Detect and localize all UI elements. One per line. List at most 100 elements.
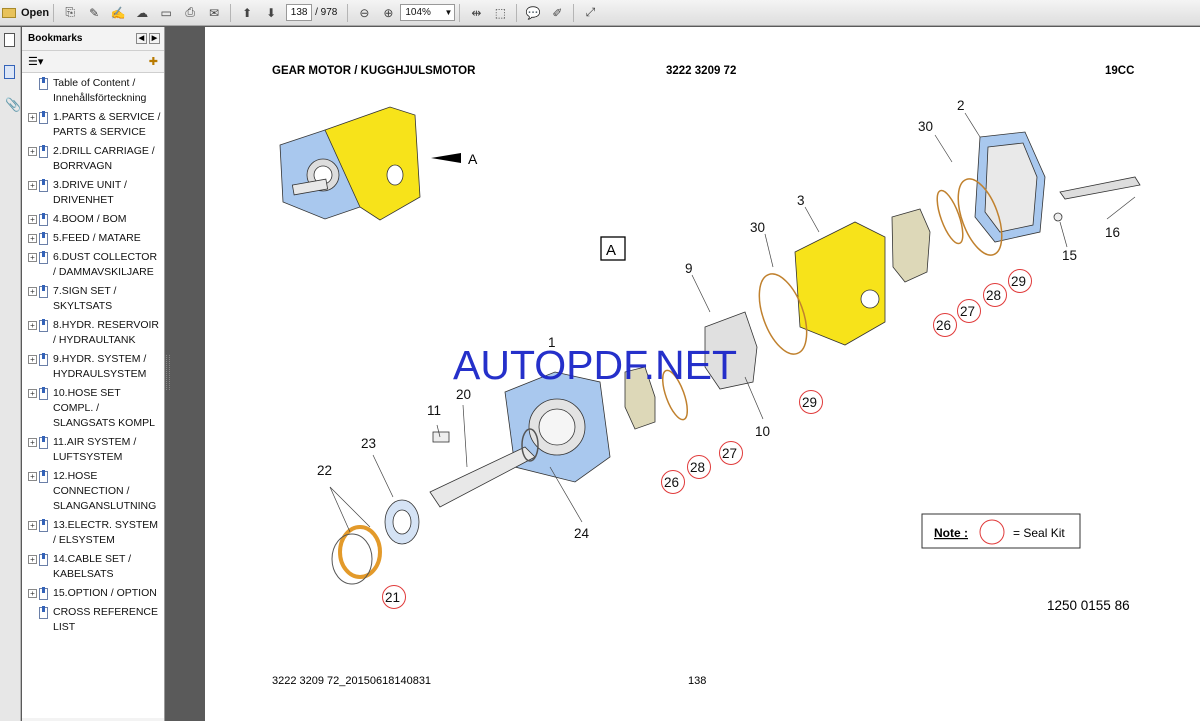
expand-toggle-icon[interactable]: + xyxy=(28,389,37,398)
bookmark-item[interactable]: +14.CABLE SET / KABELSATS xyxy=(22,552,164,586)
bookmark-item[interactable]: CROSS REFERENCE LIST xyxy=(22,605,164,639)
expand-toggle-icon[interactable]: + xyxy=(28,215,37,224)
callout-9: 9 xyxy=(685,261,693,276)
bookmark-icon xyxy=(39,251,48,264)
expand-toggle-icon[interactable]: + xyxy=(28,555,37,564)
prev-page-icon[interactable]: ⬆ xyxy=(237,3,257,23)
email-icon[interactable]: ✉ xyxy=(204,3,224,23)
bookmark-item[interactable]: +9.HYDR. SYSTEM / HYDRAULSYSTEM xyxy=(22,352,164,386)
seal-callout-21: 21 xyxy=(385,590,400,605)
bookmark-icon xyxy=(39,587,48,600)
bookmark-icon xyxy=(39,387,48,400)
bookmark-label: 14.CABLE SET / KABELSATS xyxy=(53,553,132,580)
expand-toggle-icon[interactable]: + xyxy=(28,147,37,156)
expand-toggle-icon[interactable]: + xyxy=(28,234,37,243)
bookmark-item[interactable]: +5.FEED / MATARE xyxy=(22,231,164,250)
callout-16: 16 xyxy=(1105,225,1120,240)
create-pdf-icon[interactable]: ⎘ xyxy=(60,3,80,23)
bookmark-item[interactable]: +6.DUST COLLECTOR / DAMMAVSKILJARE xyxy=(22,250,164,284)
bookmark-icon xyxy=(39,553,48,566)
bookmark-icon xyxy=(39,519,48,532)
bookmark-item[interactable]: +2.DRILL CARRIAGE / BORRVAGN xyxy=(22,144,164,178)
print-icon[interactable]: ⎙ xyxy=(180,3,200,23)
bookmark-item[interactable]: +12.HOSE CONNECTION / SLANGANSLUTNING xyxy=(22,469,164,518)
navigation-strip: 📎 xyxy=(0,27,21,721)
open-label: Open xyxy=(21,6,50,19)
comment-icon[interactable]: 💬 xyxy=(523,3,543,23)
fit-width-icon[interactable]: ⇹ xyxy=(466,3,486,23)
expand-toggle-icon[interactable]: + xyxy=(28,521,37,530)
bookmark-item[interactable]: +4.BOOM / BOM xyxy=(22,212,164,231)
chevron-down-icon: ▼ xyxy=(444,8,453,17)
zoom-out-icon[interactable]: ⊖ xyxy=(354,3,374,23)
collapse-panel-icon[interactable]: ◀ xyxy=(136,33,147,44)
separator xyxy=(347,3,349,22)
edit-icon[interactable]: ✎ xyxy=(84,3,104,23)
bookmark-item[interactable]: +13.ELECTR. SYSTEM / ELSYSTEM xyxy=(22,518,164,552)
bookmark-item[interactable]: +1.PARTS & SERVICE / PARTS & SERVICE xyxy=(22,110,164,144)
bookmark-item[interactable]: +3.DRIVE UNIT / DRIVENHET xyxy=(22,178,164,212)
expand-toggle-icon[interactable]: + xyxy=(28,113,37,122)
fit-page-icon[interactable]: ⬚ xyxy=(490,3,510,23)
callout-10: 10 xyxy=(755,424,770,439)
expand-toggle-icon[interactable]: + xyxy=(28,181,37,190)
seal-callout-29: 29 xyxy=(1011,274,1026,289)
separator xyxy=(516,3,518,22)
bookmark-label: 15.OPTION / OPTION xyxy=(53,587,157,599)
seal-callout-28: 28 xyxy=(986,288,1001,303)
bookmark-label: 12.HOSE CONNECTION / SLANGANSLUTNING xyxy=(53,470,157,512)
expand-toggle-icon[interactable]: + xyxy=(28,321,37,330)
bookmark-item[interactable]: +7.SIGN SET / SKYLTSATS xyxy=(22,284,164,318)
bookmark-label: 6.DUST COLLECTOR / DAMMAVSKILJARE xyxy=(53,251,158,278)
pages-panel-icon[interactable] xyxy=(4,33,15,47)
zoom-in-icon[interactable]: ⊕ xyxy=(378,3,398,23)
save-icon[interactable]: ▭ xyxy=(156,3,176,23)
options-menu-icon[interactable]: ☰▾ xyxy=(28,55,43,68)
bookmark-icon xyxy=(39,213,48,226)
bookmark-icon xyxy=(39,470,48,483)
expand-panel-icon[interactable]: ▶ xyxy=(149,33,160,44)
bookmarks-panel-icon[interactable] xyxy=(4,65,15,79)
expand-toggle-icon[interactable]: + xyxy=(28,287,37,296)
callout-24: 24 xyxy=(574,526,590,541)
callout-22: 22 xyxy=(317,463,332,478)
bookmark-item[interactable]: +15.OPTION / OPTION xyxy=(22,586,164,605)
highlight-icon[interactable]: ✐ xyxy=(547,3,567,23)
bookmark-label: 4.BOOM / BOM xyxy=(53,213,127,225)
bookmark-item[interactable]: +8.HYDR. RESERVOIR / HYDRAULTANK xyxy=(22,318,164,352)
expand-toggle-icon[interactable]: + xyxy=(28,253,37,262)
callout-2: 2 xyxy=(957,98,965,113)
bookmarks-panel: Bookmarks ◀ ▶ ☰▾ ✚ Table of Content / In… xyxy=(22,27,165,721)
expand-toggle-icon[interactable]: + xyxy=(28,589,37,598)
expand-toggle-icon[interactable]: + xyxy=(28,355,37,364)
panel-resize-handle[interactable] xyxy=(166,355,170,390)
next-page-icon[interactable]: ⬇ xyxy=(261,3,281,23)
bookmark-item[interactable]: +11.AIR SYSTEM / LUFTSYSTEM xyxy=(22,435,164,469)
expand-toggle-icon[interactable]: + xyxy=(28,472,37,481)
bookmark-icon xyxy=(39,606,48,619)
bookmark-icon xyxy=(39,77,48,90)
assembled-motor-illustration: A xyxy=(279,106,478,221)
callout-30: 30 xyxy=(918,119,933,134)
zoom-select[interactable]: 104% ▼ xyxy=(400,4,456,21)
bookmark-icon xyxy=(39,353,48,366)
cloud-upload-icon[interactable]: ☁ xyxy=(132,3,152,23)
new-bookmark-icon[interactable]: ✚ xyxy=(149,55,158,68)
bookmark-item[interactable]: +10.HOSE SET COMPL. / SLANGSATS KOMPL xyxy=(22,386,164,435)
folder-icon xyxy=(2,7,16,18)
bookmark-item[interactable]: Table of Content / Innehållsförteckning xyxy=(22,76,164,110)
open-button[interactable]: Open xyxy=(2,7,49,19)
view-arrow-label: A xyxy=(468,151,478,167)
seal-callout-28: 28 xyxy=(690,460,705,475)
bookmark-label: 7.SIGN SET / SKYLTSATS xyxy=(53,285,117,312)
bookmark-label: 1.PARTS & SERVICE / PARTS & SERVICE xyxy=(53,111,161,138)
page-number-input[interactable]: 138 xyxy=(286,4,313,21)
expand-toggle-icon[interactable]: + xyxy=(28,438,37,447)
note-label: Note : xyxy=(934,526,968,540)
bookmark-label: CROSS REFERENCE LIST xyxy=(53,606,159,633)
expand-icon[interactable]: ⤢ xyxy=(580,3,600,23)
sign-icon[interactable]: ✍ xyxy=(108,3,128,23)
attachments-icon[interactable]: 📎 xyxy=(5,97,21,113)
bookmark-icon xyxy=(39,319,48,332)
seal-callout-27: 27 xyxy=(722,446,737,461)
